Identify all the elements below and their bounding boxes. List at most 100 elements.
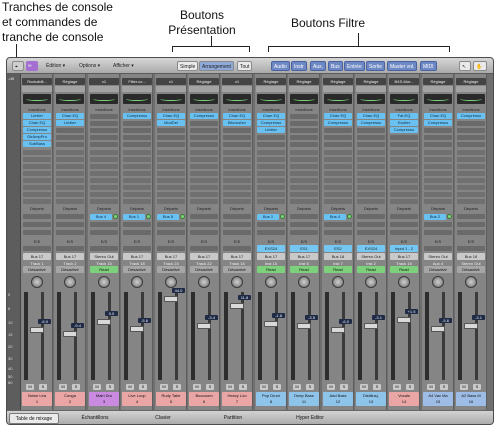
output-slot[interactable]: Stereo Out xyxy=(424,253,452,260)
insert-slot-empty[interactable] xyxy=(290,199,318,204)
insert-slot-empty[interactable] xyxy=(457,121,485,126)
solo-button[interactable]: S xyxy=(406,384,414,390)
insert-slot-empty[interactable] xyxy=(424,164,452,169)
insert-slot-empty[interactable] xyxy=(257,157,285,162)
insert-slot-empty[interactable] xyxy=(257,164,285,169)
eq-display[interactable] xyxy=(90,94,118,104)
eq-display[interactable] xyxy=(424,94,452,104)
insert-slot-empty[interactable] xyxy=(157,150,185,155)
automation-mode[interactable]: Désactivé xyxy=(457,266,485,273)
insert-slot-empty[interactable] xyxy=(357,178,385,183)
insert-slot-empty[interactable] xyxy=(90,114,118,119)
automation-mode[interactable]: Read xyxy=(324,266,352,273)
insert-slot-empty[interactable] xyxy=(123,150,151,155)
strip-setting-button[interactable]: v1 xyxy=(89,78,119,85)
insert-slot[interactable]: Chan EQ xyxy=(23,120,51,126)
input-slot[interactable]: EXS24 xyxy=(357,245,385,252)
send-slot-empty[interactable] xyxy=(290,222,318,227)
solo-button[interactable]: S xyxy=(72,384,80,390)
pan-knob[interactable] xyxy=(98,276,110,288)
send-slot-empty[interactable] xyxy=(157,222,185,227)
insert-slot-empty[interactable] xyxy=(290,171,318,176)
output-slot[interactable]: Bus 17 xyxy=(157,253,185,260)
automation-mode[interactable]: Read xyxy=(390,266,418,273)
insert-slot-empty[interactable] xyxy=(424,185,452,190)
strip-name[interactable]: Noise Lea 1 xyxy=(22,392,52,406)
volume-fader[interactable] xyxy=(264,321,278,327)
insert-slot-empty[interactable] xyxy=(90,164,118,169)
automation-mode[interactable]: Désactivé xyxy=(123,266,151,273)
volume-fader[interactable] xyxy=(431,326,445,332)
pan-knob[interactable] xyxy=(198,276,210,288)
solo-button[interactable]: S xyxy=(373,384,381,390)
strip-name[interactable]: Deep Bass 11 xyxy=(289,392,319,406)
solo-button[interactable]: S xyxy=(139,384,147,390)
automation-mode[interactable]: Désactivé xyxy=(190,266,218,273)
filter-button-aux[interactable]: Aux. xyxy=(310,61,327,71)
insert-slot-empty[interactable] xyxy=(157,178,185,183)
insert-slot-empty[interactable] xyxy=(90,128,118,133)
insert-slot-empty[interactable] xyxy=(23,150,51,155)
insert-slot-empty[interactable] xyxy=(424,142,452,147)
insert-slot-empty[interactable] xyxy=(223,185,251,190)
solo-button[interactable]: S xyxy=(440,384,448,390)
insert-slot-empty[interactable] xyxy=(190,199,218,204)
automation-mode[interactable]: Désactivé xyxy=(23,266,51,273)
pan-knob[interactable] xyxy=(31,276,43,288)
pan-knob[interactable] xyxy=(131,276,143,288)
insert-slot-empty[interactable] xyxy=(23,185,51,190)
insert-slot-empty[interactable] xyxy=(390,199,418,204)
insert-slot-empty[interactable] xyxy=(357,192,385,197)
pan-knob[interactable] xyxy=(398,276,410,288)
insert-slot-empty[interactable] xyxy=(190,150,218,155)
insert-slot-empty[interactable] xyxy=(190,178,218,183)
insert-slot[interactable]: Exciter xyxy=(390,120,418,126)
volume-fader[interactable] xyxy=(197,323,211,329)
send-slot-empty[interactable] xyxy=(457,214,485,219)
mute-button[interactable]: M xyxy=(393,384,401,390)
insert-slot-empty[interactable] xyxy=(123,178,151,183)
solo-button[interactable]: S xyxy=(206,384,214,390)
insert-slot-empty[interactable] xyxy=(157,185,185,190)
strip-setting-button[interactable]: v1 xyxy=(222,78,252,85)
insert-slot-empty[interactable] xyxy=(23,178,51,183)
insert-slot[interactable]: Limiter xyxy=(56,120,84,126)
strip-setting-menu[interactable] xyxy=(189,86,219,92)
insert-slot[interactable]: Bitcrusher xyxy=(223,120,251,126)
send-slot-empty[interactable] xyxy=(257,230,285,235)
insert-slot-empty[interactable] xyxy=(56,150,84,155)
insert-slot-empty[interactable] xyxy=(23,199,51,204)
strip-setting-menu[interactable] xyxy=(22,86,52,92)
insert-slot-empty[interactable] xyxy=(324,135,352,140)
insert-slot-empty[interactable] xyxy=(457,135,485,140)
insert-slot[interactable]: Limiter xyxy=(257,127,285,133)
insert-slot-empty[interactable] xyxy=(123,171,151,176)
mute-button[interactable]: M xyxy=(460,384,468,390)
insert-slot-empty[interactable] xyxy=(90,157,118,162)
send-slot-empty[interactable] xyxy=(324,222,352,227)
send-level-knob[interactable] xyxy=(146,214,151,219)
insert-slot-empty[interactable] xyxy=(123,142,151,147)
insert-slot-empty[interactable] xyxy=(424,135,452,140)
insert-slot-empty[interactable] xyxy=(90,142,118,147)
insert-slot-empty[interactable] xyxy=(457,199,485,204)
insert-slot-empty[interactable] xyxy=(123,164,151,169)
insert-slot-empty[interactable] xyxy=(90,171,118,176)
mute-button[interactable]: M xyxy=(427,384,435,390)
send-slot-empty[interactable] xyxy=(390,222,418,227)
solo-button[interactable]: S xyxy=(306,384,314,390)
automation-mode[interactable]: Read xyxy=(290,266,318,273)
insert-slot-empty[interactable] xyxy=(357,164,385,169)
strip-name[interactable]: Vocals 14 xyxy=(389,392,419,406)
output-slot[interactable]: Bus 17 xyxy=(23,253,51,260)
volume-fader[interactable] xyxy=(30,327,44,333)
insert-slot-empty[interactable] xyxy=(357,171,385,176)
automation-mode[interactable]: Read xyxy=(357,266,385,273)
send-slot-empty[interactable] xyxy=(424,230,452,235)
strip-setting-menu[interactable] xyxy=(156,86,186,92)
mute-button[interactable]: M xyxy=(293,384,301,390)
filter-button-audio[interactable]: Audio xyxy=(271,61,290,71)
filter-button-output[interactable]: Sortie xyxy=(366,61,386,71)
insert-slot-empty[interactable] xyxy=(290,157,318,162)
filter-button-master[interactable]: Master vol. xyxy=(387,61,418,71)
